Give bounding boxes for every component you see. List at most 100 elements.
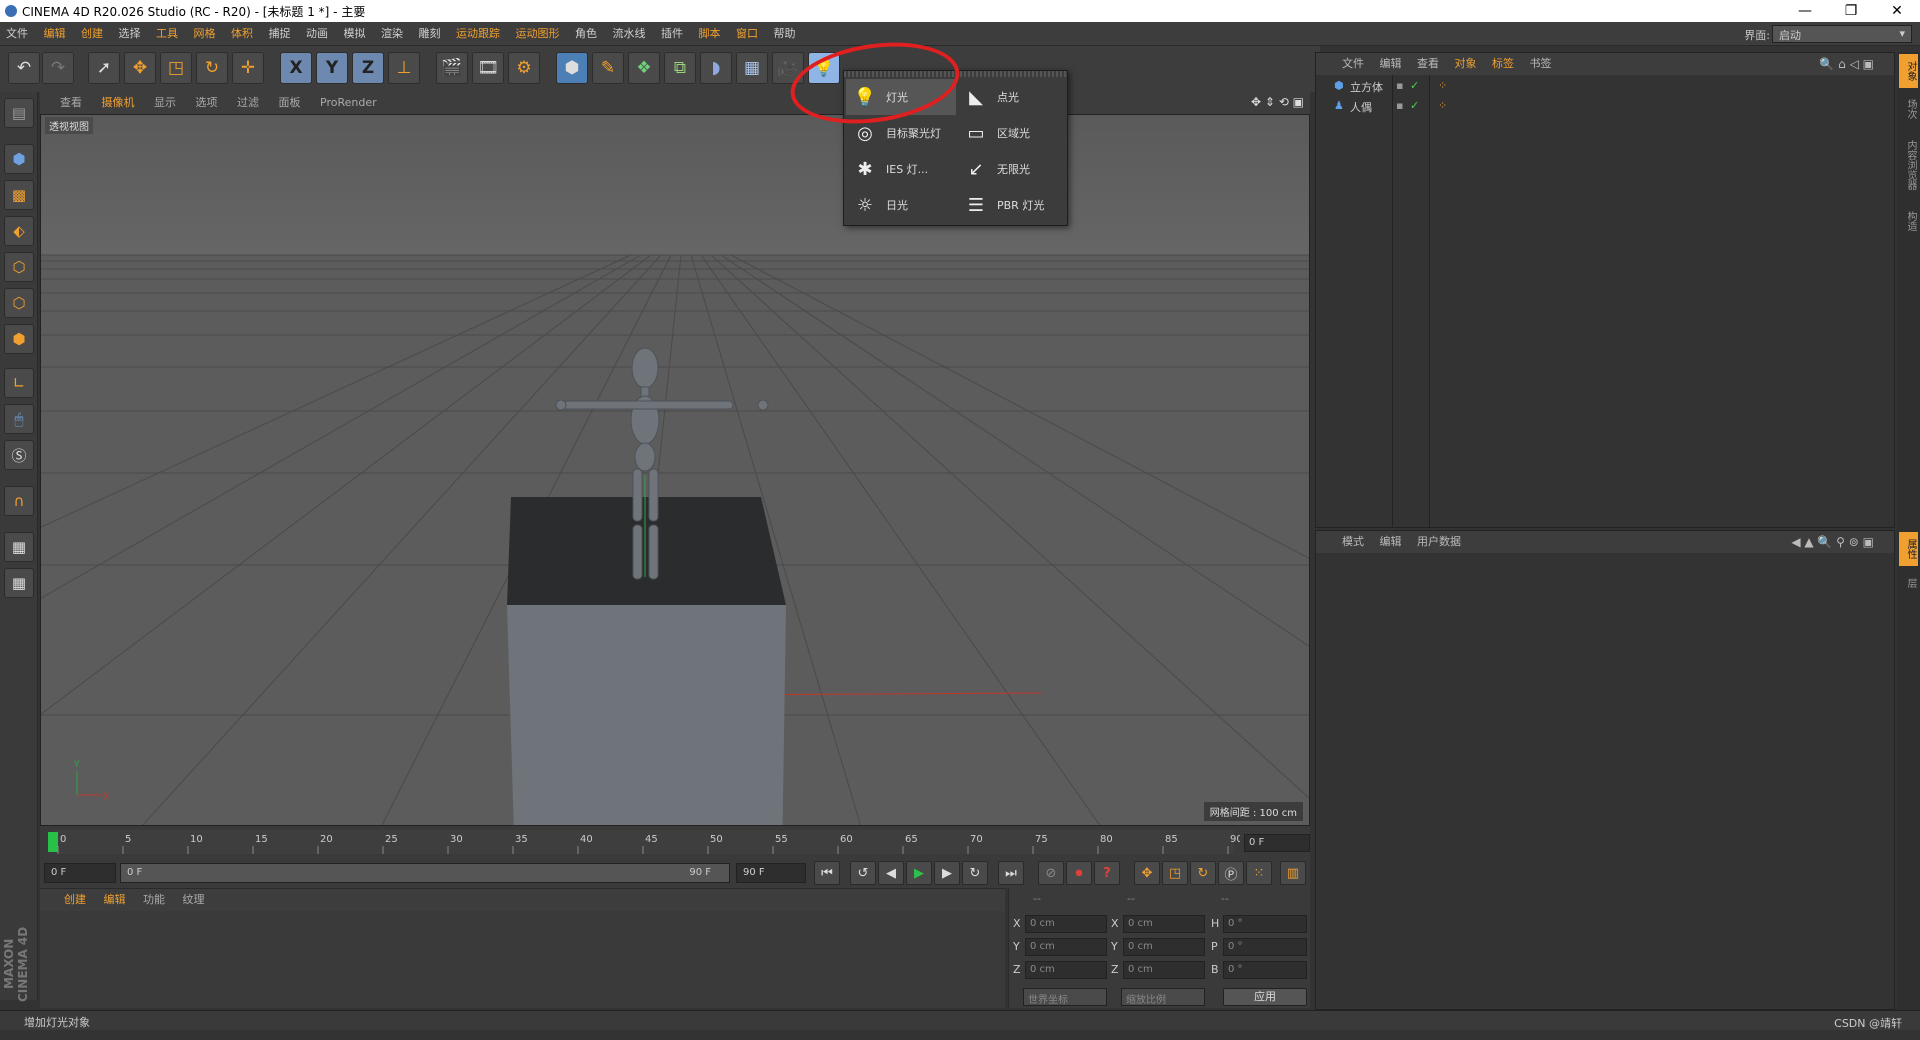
texture-mode-button[interactable]: ▩	[4, 180, 34, 210]
go-to-end-button[interactable]: ⏭	[998, 861, 1024, 885]
go-to-start-button[interactable]: ⏮	[814, 861, 840, 885]
end-frame-field[interactable]: 90 F	[736, 863, 806, 883]
am-header-icons[interactable]: ◀ ▲ 🔍 ⚲ ⊚ ▣	[1791, 531, 1874, 553]
menu-render[interactable]: 渲染	[375, 22, 409, 46]
make-editable-button[interactable]: ▤	[4, 98, 34, 128]
viewport-menu-prorender[interactable]: ProRender	[312, 92, 385, 114]
position-z-field[interactable]: 0 cm	[1025, 961, 1107, 979]
snap-button[interactable]: ∩	[4, 486, 34, 516]
previous-key-button[interactable]: ↺	[850, 861, 876, 885]
om-header-icons[interactable]: 🔍 ⌂ ◁ ▣	[1819, 53, 1874, 75]
tab-attributes[interactable]: 属性	[1899, 532, 1918, 566]
z-axis-button[interactable]: Z	[352, 52, 384, 84]
redo-button[interactable]: ↷	[42, 52, 74, 84]
workplane-align-button[interactable]: ▦	[4, 568, 34, 598]
move-tool-button[interactable]: ✥	[124, 52, 156, 84]
key-position-button[interactable]: ✥	[1134, 861, 1160, 885]
next-frame-button[interactable]: ▶	[934, 861, 960, 885]
tab-objects[interactable]: 对象	[1899, 54, 1918, 88]
menu-help[interactable]: 帮助	[768, 22, 802, 46]
render-view-button[interactable]: 🎬	[436, 52, 468, 84]
size-y-field[interactable]: 0 cm	[1123, 938, 1205, 956]
previous-frame-button[interactable]: ◀	[878, 861, 904, 885]
visibility-toggle-icon[interactable]: ▪	[1396, 79, 1403, 92]
menu-edit[interactable]: 编辑	[38, 22, 72, 46]
menu-character[interactable]: 角色	[569, 22, 603, 46]
motion-record-button[interactable]: ⊘	[1038, 861, 1064, 885]
size-z-field[interactable]: 0 cm	[1123, 961, 1205, 979]
solo-button[interactable]: Ⓢ	[4, 440, 34, 470]
timeline-window-button[interactable]: ▥	[1280, 861, 1306, 885]
scale-tool-button[interactable]: ◳	[160, 52, 192, 84]
object-row-figure[interactable]: ♟ 人偶 ▪ ✓ ⁘	[1320, 99, 1890, 117]
render-picture-viewer-button[interactable]: 🎞	[472, 52, 504, 84]
menu-item-pbr-light[interactable]: ☰ PBR 灯光	[957, 187, 1067, 223]
object-row-cube[interactable]: ⬢ 立方体 ▪ ✓ ⁘	[1320, 79, 1890, 97]
key-rotation-button[interactable]: ↻	[1190, 861, 1216, 885]
am-menu-mode[interactable]: 模式	[1342, 535, 1364, 548]
menu-simulate[interactable]: 模拟	[338, 22, 372, 46]
record-active-button[interactable]: ⏺	[1066, 861, 1092, 885]
menu-window[interactable]: 窗口	[730, 22, 764, 46]
workplane-button[interactable]: ⬖	[4, 216, 34, 246]
menu-tools[interactable]: 工具	[150, 22, 184, 46]
tab-layers[interactable]: 层	[1899, 570, 1918, 596]
cube-button[interactable]: ⬢	[556, 52, 588, 84]
size-x-field[interactable]: 0 cm	[1123, 915, 1205, 933]
menu-item-spot-light[interactable]: ◣ 点光	[957, 79, 1067, 115]
subdivision-button[interactable]: ❖	[628, 52, 660, 84]
render-settings-button[interactable]: ⚙	[508, 52, 540, 84]
perspective-viewport[interactable]: Y X 透视视图 网格间距 : 100 cm	[40, 114, 1310, 826]
range-slider[interactable]: 0 F 90 F	[120, 863, 730, 883]
layout-select[interactable]: 启动 ▾	[1772, 25, 1912, 43]
world-coordinates-select[interactable]: 世界坐标	[1023, 988, 1107, 1006]
select-tool-button[interactable]: ➚	[88, 52, 120, 84]
play-button[interactable]: ▶	[906, 861, 932, 885]
viewport-nav-icons[interactable]: ✥ ⇕ ⟲ ▣	[1251, 95, 1304, 109]
viewport-menu-panel[interactable]: 面板	[271, 92, 309, 114]
rotation-h-field[interactable]: 0 °	[1223, 915, 1307, 933]
x-axis-button[interactable]: X	[280, 52, 312, 84]
om-menu-file[interactable]: 文件	[1342, 57, 1364, 70]
om-menu-tags[interactable]: 标签	[1492, 57, 1514, 70]
menu-snap[interactable]: 捕捉	[263, 22, 297, 46]
viewport-menu-view[interactable]: 查看	[40, 92, 90, 114]
menu-item-area-light[interactable]: ▭ 区域光	[957, 115, 1067, 151]
rotation-p-field[interactable]: 0 °	[1223, 938, 1307, 956]
phong-tag-icon[interactable]: ⁘	[1438, 99, 1447, 112]
live-select-button[interactable]: ✛	[232, 52, 264, 84]
menu-mesh[interactable]: 网格	[188, 22, 222, 46]
next-key-button[interactable]: ↻	[962, 861, 988, 885]
menu-sculpt[interactable]: 雕刻	[413, 22, 447, 46]
menu-plugins[interactable]: 插件	[655, 22, 689, 46]
maximize-button[interactable]: ❐	[1828, 0, 1874, 22]
menu-mograph[interactable]: 运动图形	[510, 22, 566, 46]
menu-animate[interactable]: 动画	[300, 22, 334, 46]
visibility-toggle-icon[interactable]: ▪	[1396, 99, 1403, 112]
floor-button[interactable]: ▦	[736, 52, 768, 84]
menu-item-sun[interactable]: ☼ 日光	[846, 187, 956, 223]
key-scale-button[interactable]: ◳	[1162, 861, 1188, 885]
menu-motion-tracking[interactable]: 运动跟踪	[450, 22, 506, 46]
undo-button[interactable]: ↶	[8, 52, 40, 84]
y-axis-button[interactable]: Y	[316, 52, 348, 84]
tweak-mode-button[interactable]: 🖱	[4, 404, 34, 434]
material-menu-edit[interactable]: 编辑	[104, 893, 126, 906]
scale-mode-select[interactable]: 缩放比例	[1121, 988, 1205, 1006]
edges-mode-button[interactable]: ⬡	[4, 288, 34, 318]
timeline[interactable]: 0 5 10 15 20 25 30 35 40 45 50 55 60 65 70 75 80 85 90 0 F	[40, 826, 1310, 858]
om-menu-view[interactable]: 查看	[1417, 57, 1439, 70]
menu-item-ies-light[interactable]: ✱ IES 灯...	[846, 151, 956, 187]
viewport-menu-options[interactable]: 选项	[188, 92, 226, 114]
minimize-button[interactable]: —	[1782, 0, 1828, 22]
position-x-field[interactable]: 0 cm	[1025, 915, 1107, 933]
om-menu-objects[interactable]: 对象	[1455, 57, 1477, 70]
menu-file[interactable]: 文件	[0, 22, 34, 46]
menu-item-infinite-light[interactable]: ↙ 无限光	[957, 151, 1067, 187]
om-menu-bookmarks[interactable]: 书签	[1530, 57, 1552, 70]
tab-structure[interactable]: 构造	[1899, 204, 1918, 238]
tab-content-browser[interactable]: 内容浏览器	[1899, 130, 1918, 200]
coordinate-system-button[interactable]: ⊥	[388, 52, 420, 84]
rotate-tool-button[interactable]: ↻	[196, 52, 228, 84]
enabled-check-icon[interactable]: ✓	[1410, 79, 1419, 92]
